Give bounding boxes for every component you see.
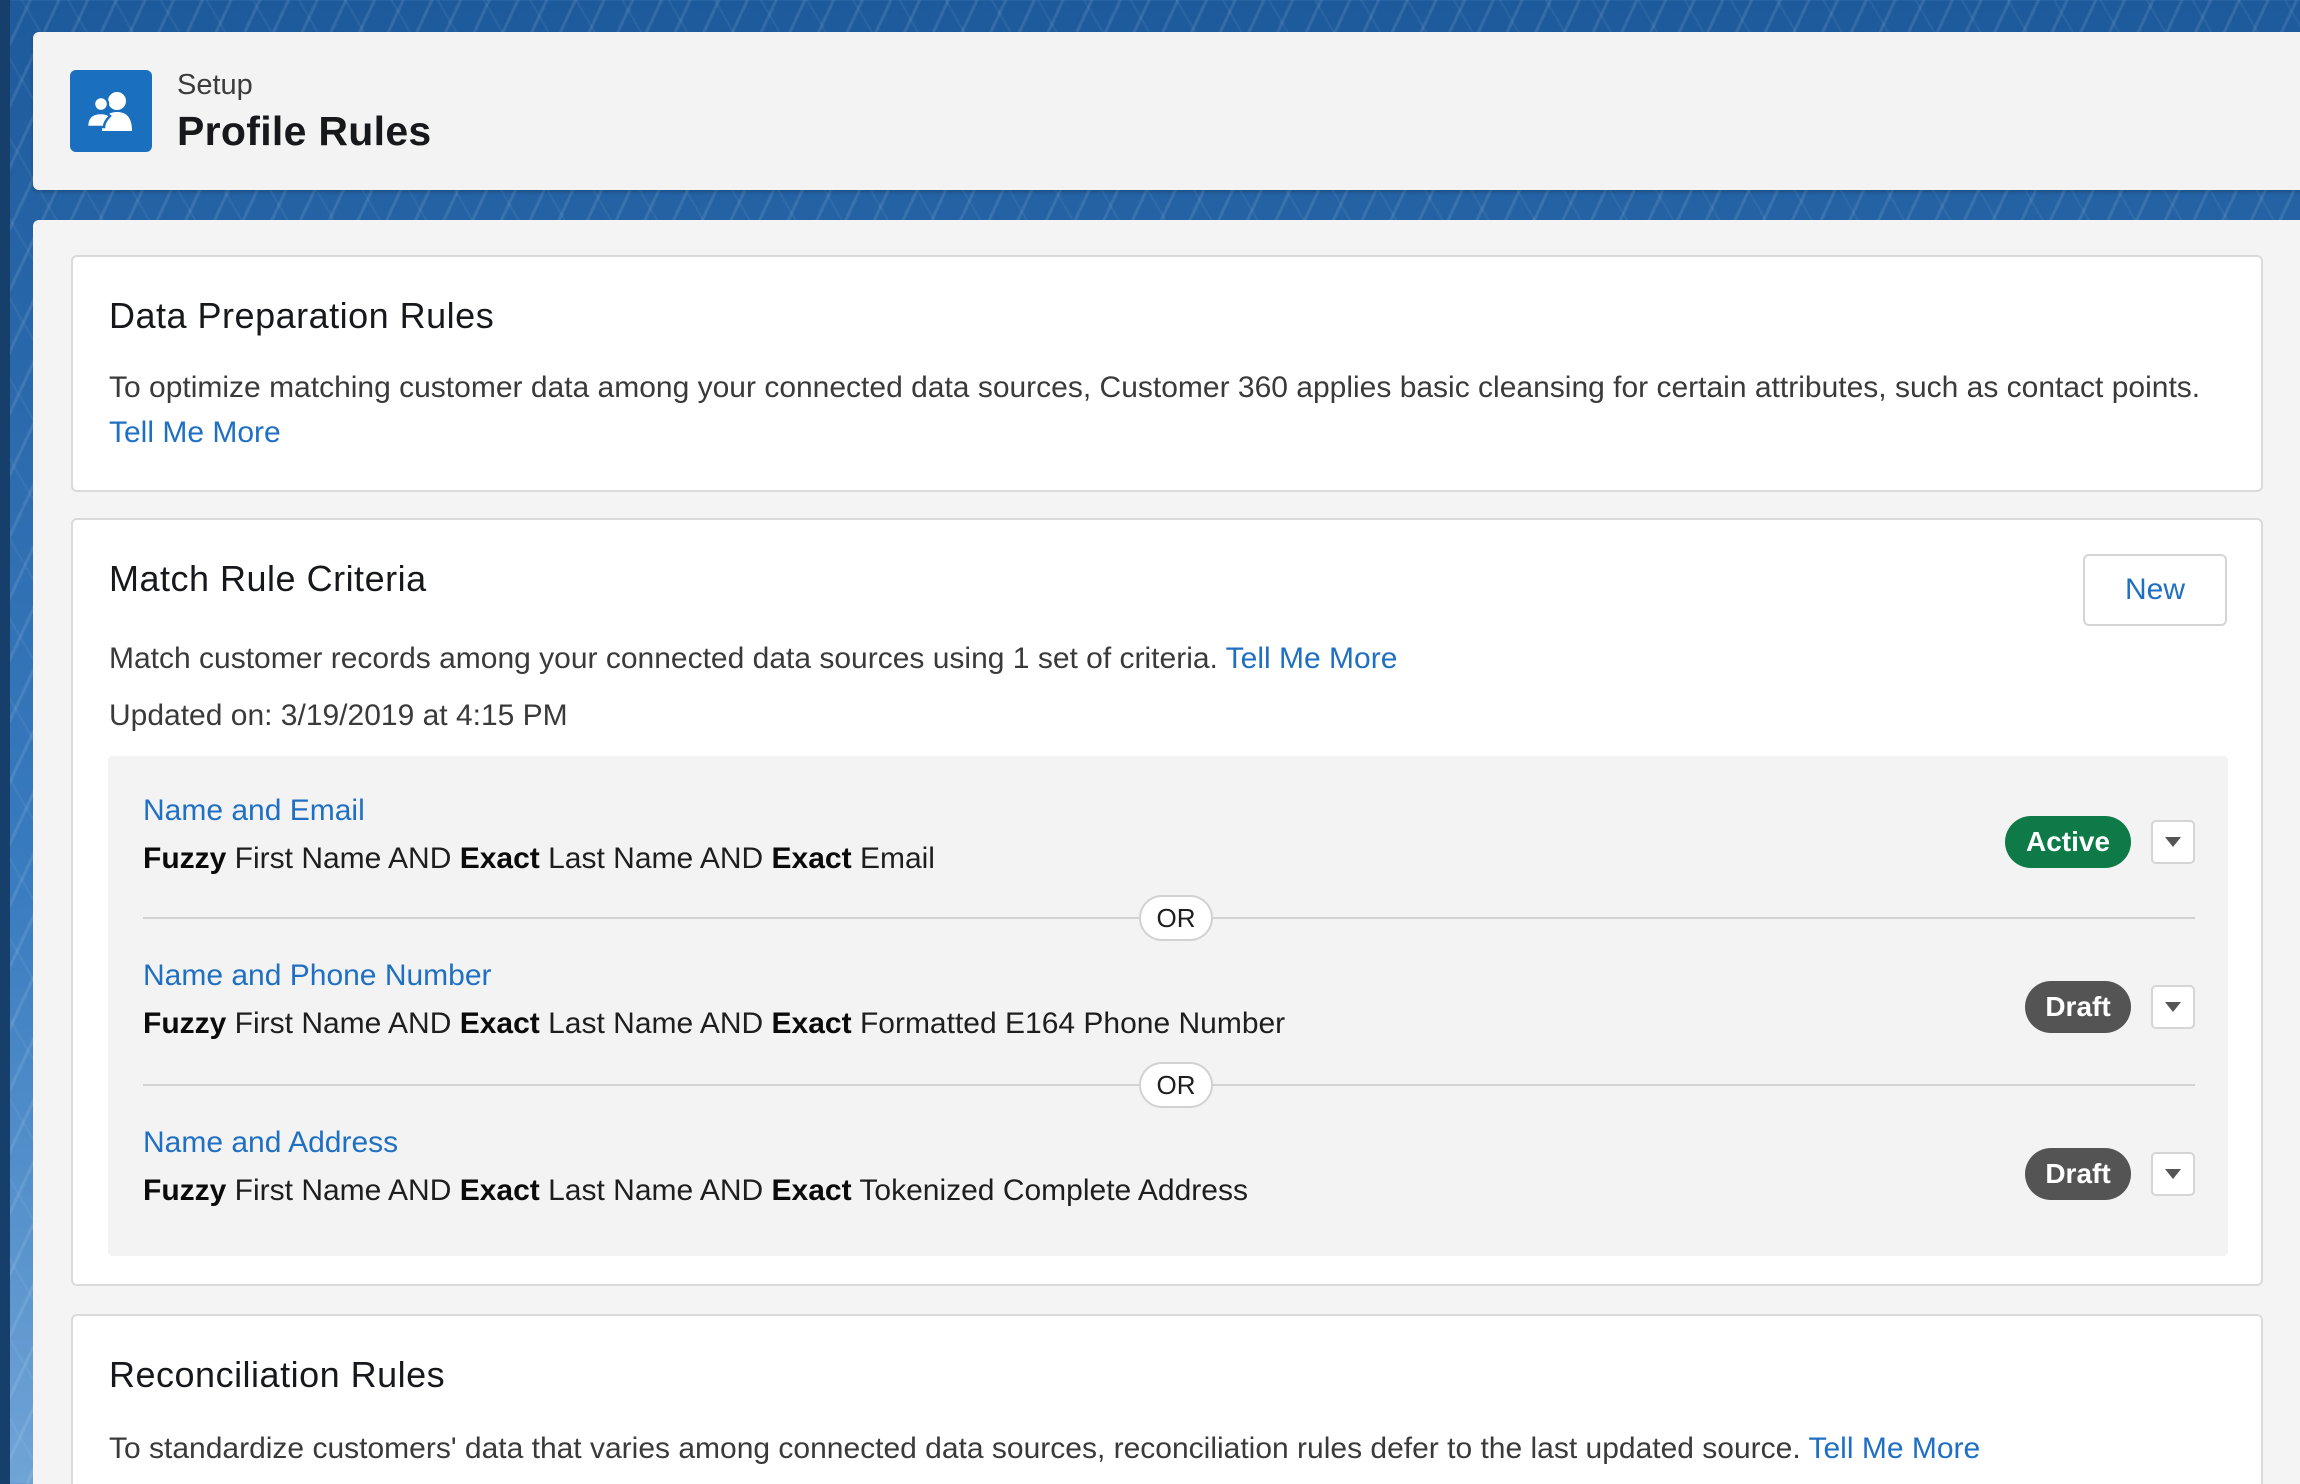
rule-criteria: Fuzzy First Name AND Exact Last Name AND… <box>143 1174 2195 1208</box>
description-text: To optimize matching customer data among… <box>109 371 2201 404</box>
criteria-field: Formatted E164 Phone Number <box>851 1007 1286 1040</box>
tell-me-more-link[interactable]: Tell Me More <box>109 416 281 449</box>
criteria-field: Tokenized Complete Address <box>851 1174 1248 1207</box>
page-header: Setup Profile Rules <box>33 32 2300 190</box>
card-description: To optimize matching customer data among… <box>109 365 2219 455</box>
status-badge: Draft <box>2025 1148 2131 1200</box>
chevron-down-icon <box>2165 1002 2181 1012</box>
criteria-method: Exact <box>771 1007 852 1040</box>
reconciliation-rules-card: Reconciliation Rules To standardize cust… <box>71 1314 2263 1484</box>
card-title: Reconciliation Rules <box>109 1354 446 1395</box>
or-separator: OR <box>1139 1062 1213 1108</box>
rule-name-link[interactable]: Name and Email <box>143 794 2195 828</box>
rule-criteria: Fuzzy First Name AND Exact Last Name AND… <box>143 842 2195 876</box>
status-badge: Draft <box>2025 981 2131 1033</box>
criteria-field: First Name AND <box>226 842 460 875</box>
rule-name-link[interactable]: Name and Phone Number <box>143 959 2195 993</box>
criteria-method: Fuzzy <box>143 1174 227 1207</box>
criteria-method: Exact <box>771 1174 852 1207</box>
rule-actions-dropdown[interactable] <box>2151 985 2195 1029</box>
criteria-field: Last Name AND <box>539 1174 772 1207</box>
page-title: Profile Rules <box>177 107 432 154</box>
card-description: Match customer records among your connec… <box>109 636 2225 681</box>
card-title: Match Rule Criteria <box>109 558 427 599</box>
or-separator: OR <box>1139 895 1213 941</box>
card-title: Data Preparation Rules <box>109 295 495 336</box>
match-rule: Name and Email Fuzzy First Name AND Exac… <box>143 794 2195 884</box>
description-text: Match customer records among your connec… <box>109 642 1226 675</box>
status-badge: Active <box>2005 816 2131 868</box>
rule-actions-dropdown[interactable] <box>2151 820 2195 864</box>
match-rule: Name and Phone Number Fuzzy First Name A… <box>143 959 2195 1049</box>
tell-me-more-link[interactable]: Tell Me More <box>1226 642 1398 675</box>
rule-actions-dropdown[interactable] <box>2151 1152 2195 1196</box>
tell-me-more-link[interactable]: Tell Me More <box>1808 1432 1980 1465</box>
criteria-method: Fuzzy <box>143 842 227 875</box>
user-group-icon <box>70 70 152 152</box>
rule-criteria: Fuzzy First Name AND Exact Last Name AND… <box>143 1007 2195 1041</box>
criteria-method: Exact <box>459 1007 540 1040</box>
rule-name-link[interactable]: Name and Address <box>143 1126 2195 1160</box>
criteria-method: Exact <box>459 1174 540 1207</box>
criteria-field: First Name AND <box>226 1174 460 1207</box>
match-rule-criteria-card: Match Rule Criteria New Match customer r… <box>71 518 2263 1286</box>
criteria-method: Exact <box>771 842 852 875</box>
left-edge <box>0 0 10 1484</box>
criteria-field: First Name AND <box>226 1007 460 1040</box>
header-eyebrow: Setup <box>177 69 253 101</box>
updated-timestamp: Updated on: 3/19/2019 at 4:15 PM <box>109 699 568 732</box>
criteria-field: Email <box>851 842 935 875</box>
new-button[interactable]: New <box>2083 554 2227 626</box>
criteria-field: Last Name AND <box>539 1007 772 1040</box>
criteria-method: Fuzzy <box>143 1007 227 1040</box>
criteria-method: Exact <box>459 842 540 875</box>
match-rules-list: Name and Email Fuzzy First Name AND Exac… <box>108 756 2228 1256</box>
criteria-field: Last Name AND <box>539 842 772 875</box>
chevron-down-icon <box>2165 1169 2181 1179</box>
card-description: To standardize customers' data that vari… <box>109 1426 2225 1471</box>
match-rule: Name and Address Fuzzy First Name AND Ex… <box>143 1126 2195 1216</box>
description-text: To standardize customers' data that vari… <box>109 1432 1809 1465</box>
chevron-down-icon <box>2165 837 2181 847</box>
main-panel: Data Preparation Rules To optimize match… <box>33 220 2300 1484</box>
data-preparation-card: Data Preparation Rules To optimize match… <box>71 255 2263 492</box>
